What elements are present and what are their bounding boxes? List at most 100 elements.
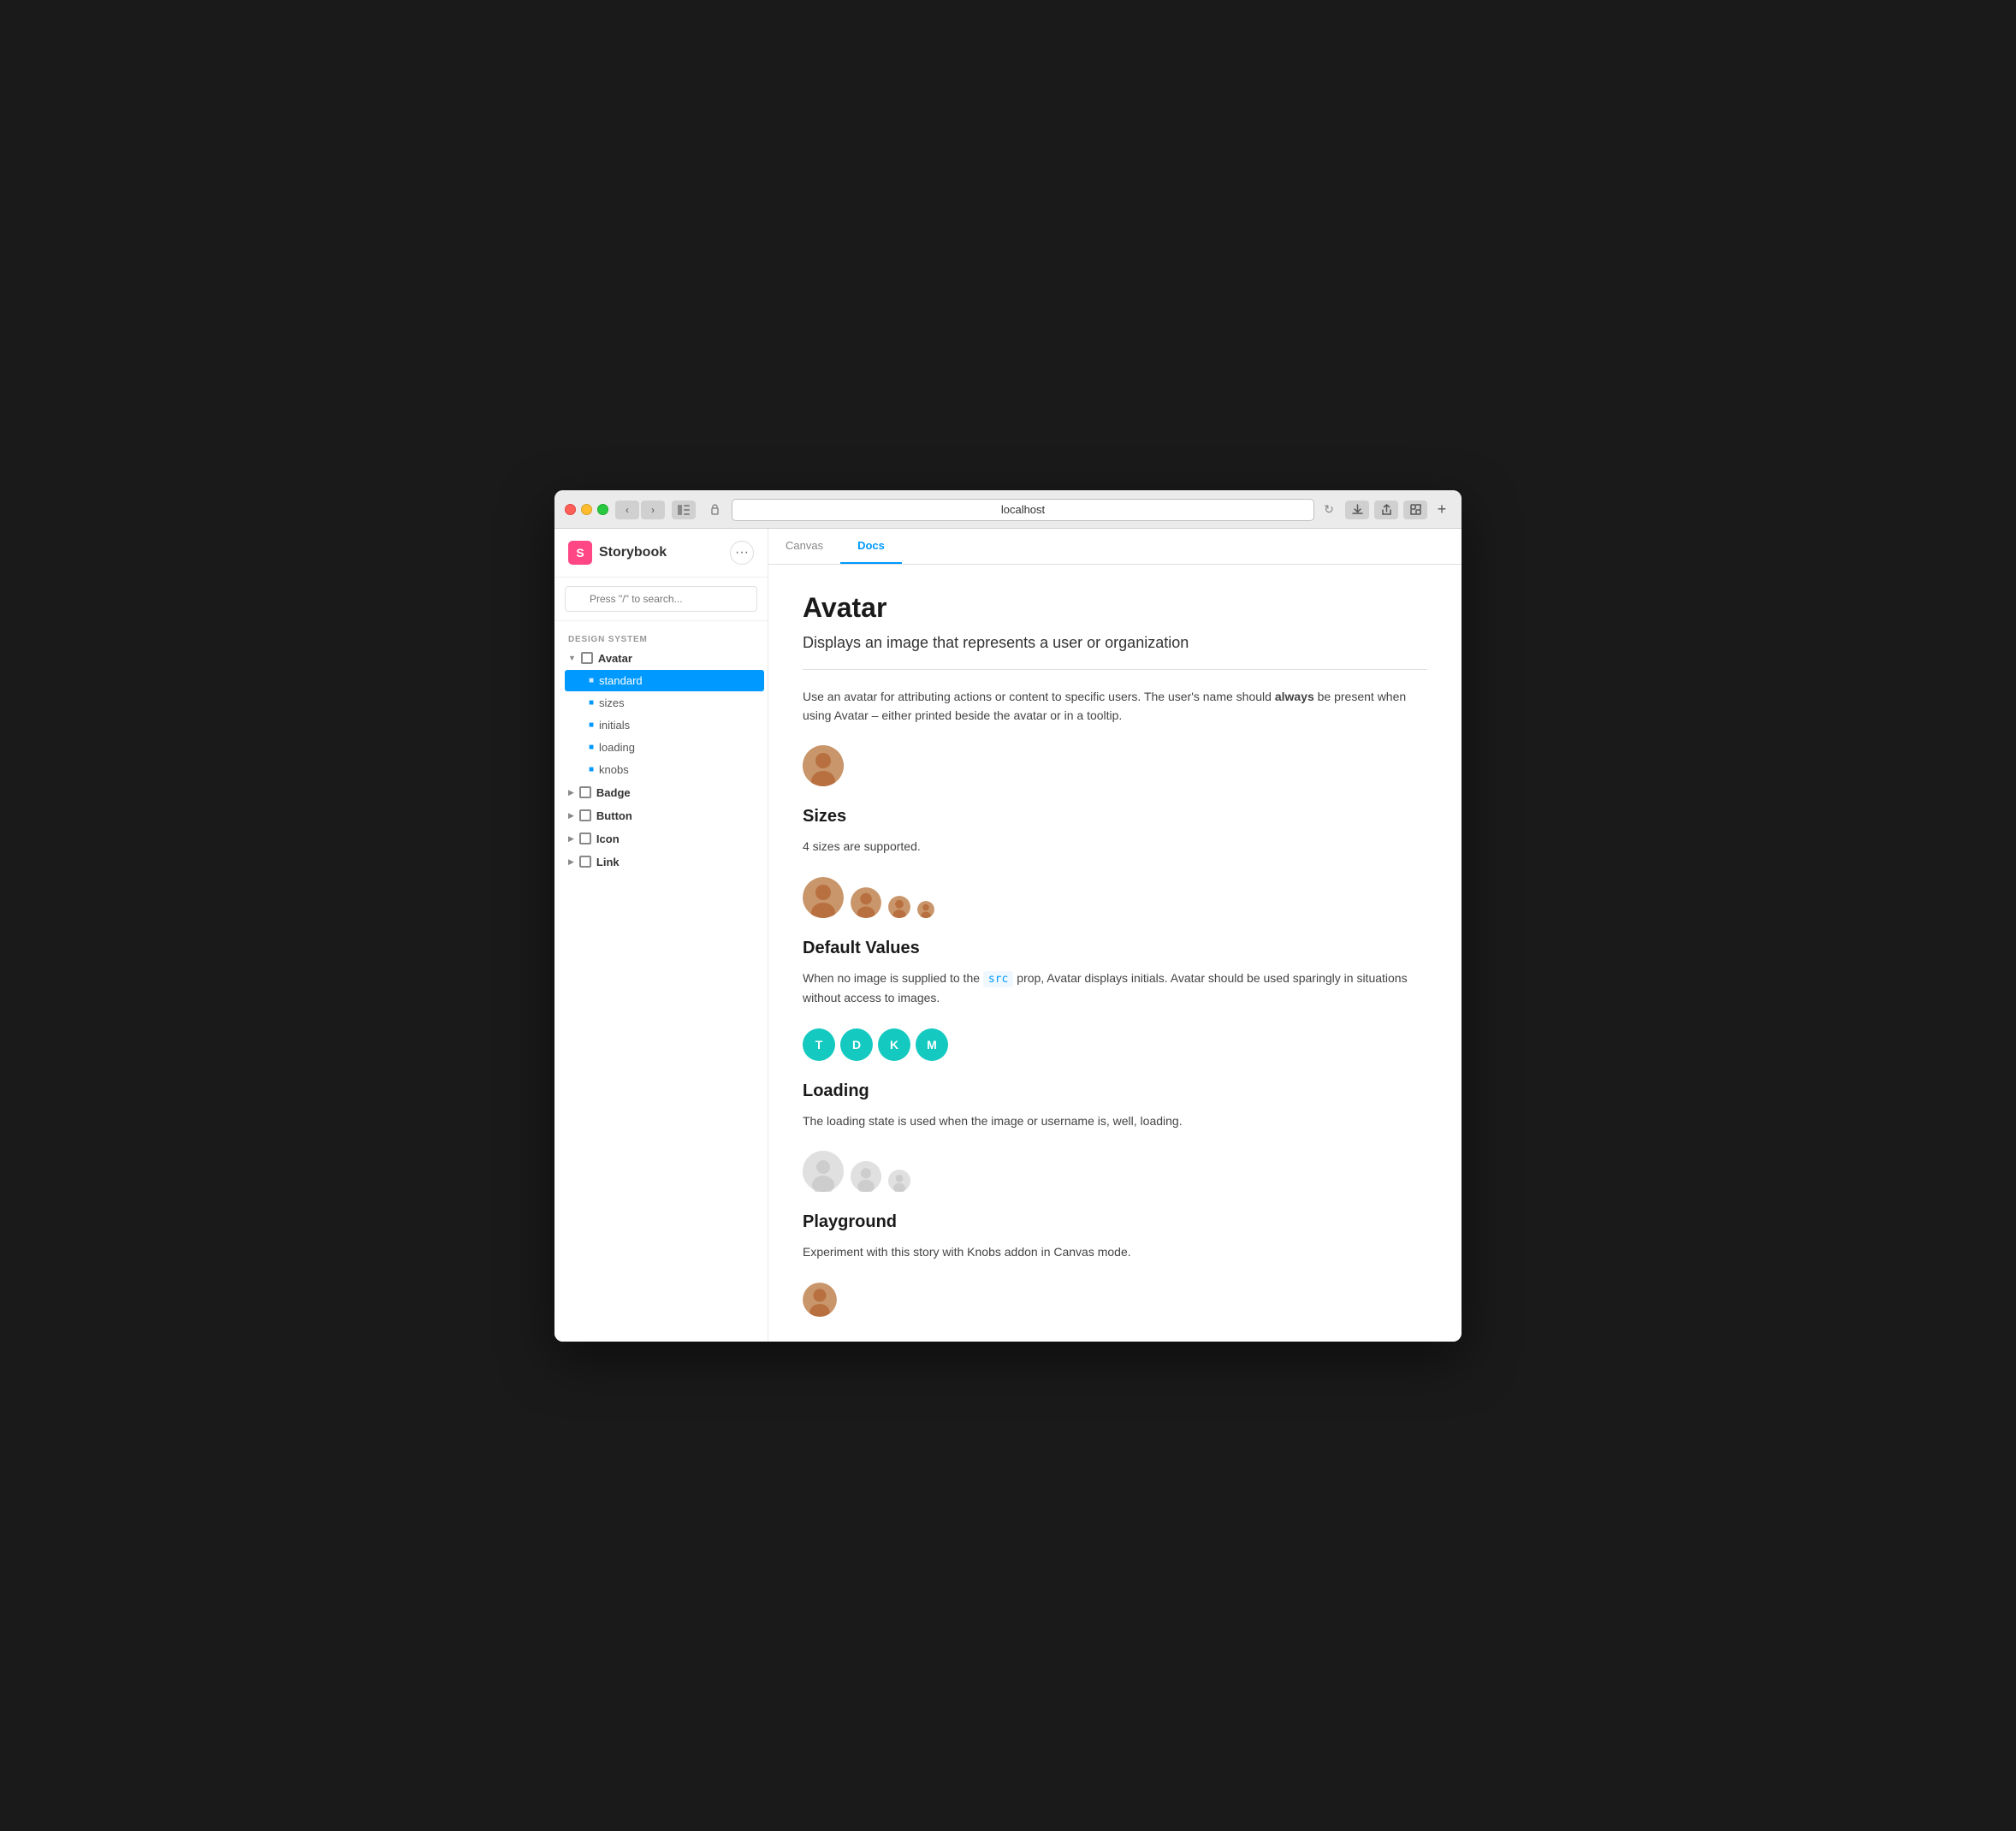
sidebar-group-badge: ▶ Badge (554, 782, 768, 803)
sidebar-group-button: ▶ Button (554, 805, 768, 827)
sidebar-menu-button[interactable]: ··· (730, 541, 754, 565)
sidebar-nav: DESIGN SYSTEM ▼ Avatar ■ standard (554, 621, 768, 1342)
story-icon-sizes: ■ (589, 698, 594, 708)
avatar-single (803, 745, 844, 786)
initials-avatar-k: K (878, 1028, 910, 1061)
docs-intro-para: Use an avatar for attributing actions or… (803, 687, 1427, 726)
sidebar-group-icon: ▶ Icon (554, 828, 768, 850)
playground-title: Playground (803, 1212, 1427, 1232)
initials-avatar-t: T (803, 1028, 835, 1061)
refresh-button[interactable]: ↻ (1319, 501, 1338, 519)
docs-content: Avatar Displays an image that represents… (768, 565, 1462, 1342)
sidebar-group-label-link: Link (596, 856, 620, 868)
avatar-demo-single (803, 745, 1427, 786)
initials-avatar-d: D (840, 1028, 873, 1061)
traffic-lights (565, 504, 608, 515)
default-values-title: Default Values (803, 939, 1427, 958)
initials-letter-t: T (815, 1038, 823, 1052)
avatar-size-4 (917, 901, 934, 918)
sidebar-group-link: ▶ Link (554, 851, 768, 873)
main-content: Canvas Docs Avatar Displays an image tha… (768, 529, 1462, 1342)
sidebar-header: S Storybook ··· (554, 529, 768, 578)
back-button[interactable]: ‹ (615, 501, 639, 519)
sidebar: S Storybook ··· 🔍 DESIGN SYSTEM (554, 529, 768, 1342)
close-button[interactable] (565, 504, 576, 515)
component-icon-icon (579, 833, 591, 844)
download-button[interactable] (1345, 501, 1369, 519)
sidebar-toggle-button[interactable] (672, 501, 696, 519)
story-icon-knobs: ■ (589, 765, 594, 774)
loading-row (803, 1151, 1427, 1192)
sidebar-group-header-button[interactable]: ▶ Button (554, 805, 768, 827)
storybook-logo: S Storybook (568, 541, 667, 565)
sidebar-group-label-icon: Icon (596, 833, 620, 845)
sidebar-group-header-icon[interactable]: ▶ Icon (554, 828, 768, 850)
search-wrapper: 🔍 (565, 586, 757, 612)
docs-intro-text: Use an avatar for attributing actions or… (803, 690, 1275, 703)
sidebar-item-label-standard: standard (599, 674, 643, 687)
sidebar-group-header-badge[interactable]: ▶ Badge (554, 782, 768, 803)
sizes-desc: 4 sizes are supported. (803, 837, 1427, 856)
storybook-logo-text: Storybook (599, 545, 667, 560)
avatar-size-3 (888, 896, 910, 918)
url-bar[interactable]: localhost (732, 499, 1314, 521)
sidebar-group-header-link[interactable]: ▶ Link (554, 851, 768, 873)
minimize-button[interactable] (581, 504, 592, 515)
story-icon-standard: ■ (589, 676, 594, 685)
expand-icon: ▼ (568, 654, 576, 662)
sidebar-children-avatar: ■ standard ■ sizes ■ initials ■ (554, 670, 768, 780)
avatar-playground (803, 1283, 1427, 1317)
fullscreen-button[interactable] (1403, 501, 1427, 519)
address-bar-wrapper: localhost ↻ (703, 499, 1338, 521)
sidebar-section-label: DESIGN SYSTEM (554, 628, 768, 648)
sidebar-item-standard[interactable]: ■ standard (565, 670, 764, 691)
loading-avatar-3 (888, 1170, 910, 1192)
logo-letter: S (576, 546, 584, 560)
docs-title: Avatar (803, 592, 1427, 624)
url-text: localhost (1001, 503, 1045, 516)
sidebar-item-loading[interactable]: ■ loading (565, 737, 764, 758)
tabs-bar: Canvas Docs (768, 529, 1462, 565)
share-button[interactable] (1374, 501, 1398, 519)
docs-subtitle: Displays an image that represents a user… (803, 634, 1427, 670)
sidebar-group-label-button: Button (596, 809, 632, 822)
new-tab-button[interactable]: + (1432, 501, 1451, 519)
loading-desc: The loading state is used when the image… (803, 1111, 1427, 1130)
avatar-size-2 (851, 887, 881, 918)
initials-avatar-m: M (916, 1028, 948, 1061)
initials-letter-d: D (852, 1038, 861, 1052)
sidebar-group-header-avatar[interactable]: ▼ Avatar (554, 648, 768, 669)
expand-icon-badge: ▶ (568, 788, 574, 797)
sidebar-group-avatar: ▼ Avatar ■ standard ■ sizes (554, 648, 768, 780)
default-values-para: When no image is supplied to the src pro… (803, 969, 1427, 1008)
sidebar-group-label-badge: Badge (596, 786, 631, 799)
playground-desc: Experiment with this story with Knobs ad… (803, 1242, 1427, 1261)
sidebar-item-knobs[interactable]: ■ knobs (565, 759, 764, 780)
initials-row: T D K M (803, 1028, 1427, 1061)
tab-docs[interactable]: Docs (840, 529, 902, 564)
maximize-button[interactable] (597, 504, 608, 515)
component-icon-button (579, 809, 591, 821)
sidebar-item-label-loading: loading (599, 741, 635, 754)
component-icon-avatar (581, 652, 593, 664)
search-input[interactable] (565, 586, 757, 612)
loading-title: Loading (803, 1081, 1427, 1101)
storybook-logo-icon: S (568, 541, 592, 565)
story-icon-loading: ■ (589, 743, 594, 752)
component-icon-link (579, 856, 591, 868)
src-code-tag: src (983, 971, 1013, 987)
avatar-size-1 (803, 877, 844, 918)
story-icon-initials: ■ (589, 720, 594, 730)
avatar-playground-img (803, 1283, 837, 1317)
sidebar-item-initials[interactable]: ■ initials (565, 714, 764, 736)
forward-button[interactable]: › (641, 501, 665, 519)
component-icon-badge (579, 786, 591, 798)
nav-buttons: ‹ › (615, 501, 665, 519)
tab-canvas[interactable]: Canvas (768, 529, 840, 564)
default-values-pre: When no image is supplied to the (803, 971, 983, 985)
sidebar-item-sizes[interactable]: ■ sizes (565, 692, 764, 714)
expand-icon-button: ▶ (568, 811, 574, 821)
expand-icon-link: ▶ (568, 857, 574, 867)
docs-intro-bold: always (1275, 690, 1314, 703)
sidebar-group-label-avatar: Avatar (598, 652, 632, 665)
